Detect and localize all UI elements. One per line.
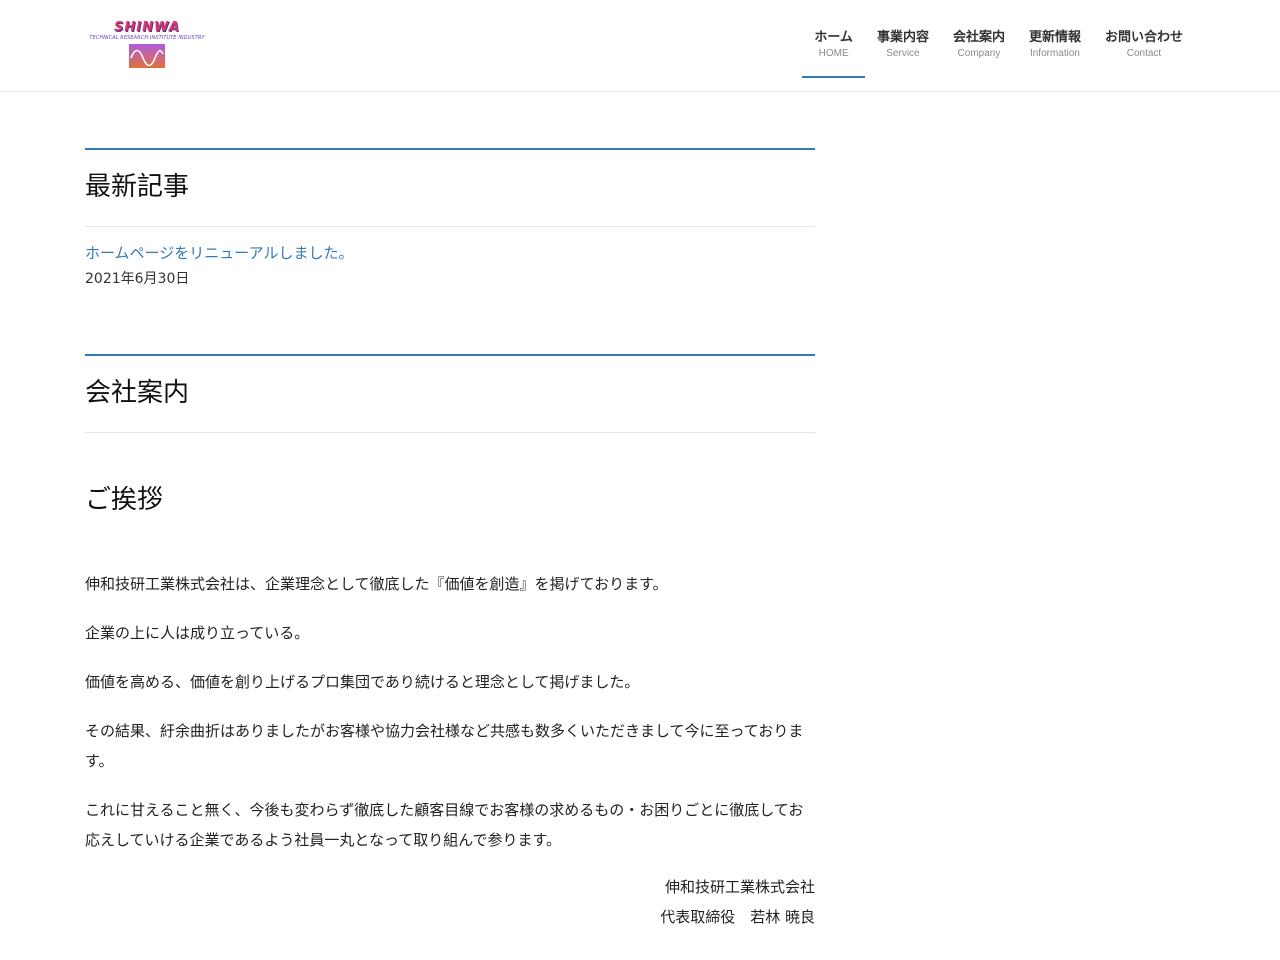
news-item-link[interactable]: ホームページをリニューアルしました。 <box>85 241 815 265</box>
nav-item-information[interactable]: 更新情報 Information <box>1017 0 1093 78</box>
nav-sublabel: Company <box>957 48 1001 59</box>
signature-person: 代表取締役 若林 暁良 <box>660 908 815 926</box>
news-item-date: 2021年6月30日 <box>85 271 190 287</box>
news-list: ホームページをリニューアルしました。 2021年6月30日 <box>85 227 815 292</box>
wave-logo-icon <box>129 44 165 68</box>
greeting-paragraph: その結果、紆余曲折はありましたがお客様や協力会社様など共感も数多くいただきまして… <box>85 722 804 770</box>
greeting-paragraph: 企業の上に人は成り立っている。 <box>85 624 310 642</box>
news-item: ホームページをリニューアルしました。 2021年6月30日 <box>85 241 815 292</box>
nav-item-company[interactable]: 会社案内 Company <box>941 0 1017 78</box>
nav-sublabel: Contact <box>1126 48 1162 59</box>
latest-posts-section: 最新記事 ホームページをリニューアルしました。 2021年6月30日 <box>85 148 815 292</box>
nav-label: お問い合わせ <box>1104 30 1183 45</box>
signature-company: 伸和技研工業株式会社 <box>664 878 815 896</box>
logo-wordmark: SHINWA <box>114 20 180 35</box>
main-nav: ホーム HOME 事業内容 Service 会社案内 Company 更新情報 … <box>802 0 1195 78</box>
logo-tagline: TECHNICAL RESEARCH INSTITUTE INDUSTRY <box>89 35 205 41</box>
nav-item-home[interactable]: ホーム HOME <box>802 0 865 78</box>
greeting-paragraph: 価値を高める、価値を創り上げるプロ集団であり続けると理念として掲げました。 <box>85 673 640 691</box>
nav-item-contact[interactable]: お問い合わせ Contact <box>1093 0 1195 78</box>
nav-label: 更新情報 <box>1028 30 1081 45</box>
company-title: 会社案内 <box>85 356 815 433</box>
signature: 伸和技研工業株式会社 代表取締役 若林 暁良 <box>85 872 815 932</box>
site-header: SHINWA TECHNICAL RESEARCH INSTITUTE INDU… <box>0 0 1280 92</box>
greeting-body: 伸和技研工業株式会社は、企業理念として徹底した『価値を創造』を掲げております。 … <box>85 519 815 932</box>
latest-posts-title: 最新記事 <box>85 150 815 227</box>
main-content: 最新記事 ホームページをリニューアルしました。 2021年6月30日 会社案内 … <box>85 148 815 932</box>
nav-sublabel: HOME <box>818 48 849 59</box>
company-section: 会社案内 ご挨拶 伸和技研工業株式会社は、企業理念として徹底した『価値を創造』を… <box>85 354 815 932</box>
greeting-paragraph: 伸和技研工業株式会社は、企業理念として徹底した『価値を創造』を掲げております。 <box>85 575 668 593</box>
nav-sublabel: Service <box>886 48 920 59</box>
nav-label: ホーム <box>814 30 853 45</box>
greeting-title: ご挨拶 <box>85 485 164 515</box>
nav-label: 事業内容 <box>876 30 929 45</box>
site-logo[interactable]: SHINWA TECHNICAL RESEARCH INSTITUTE INDU… <box>85 20 209 70</box>
nav-label: 会社案内 <box>952 30 1005 45</box>
nav-sublabel: Information <box>1029 48 1080 59</box>
greeting-paragraph: これに甘えること無く、今後も変わらず徹底した顧客目線でお客様の求めるもの・お困り… <box>85 801 804 849</box>
nav-item-service[interactable]: 事業内容 Service <box>865 0 941 78</box>
